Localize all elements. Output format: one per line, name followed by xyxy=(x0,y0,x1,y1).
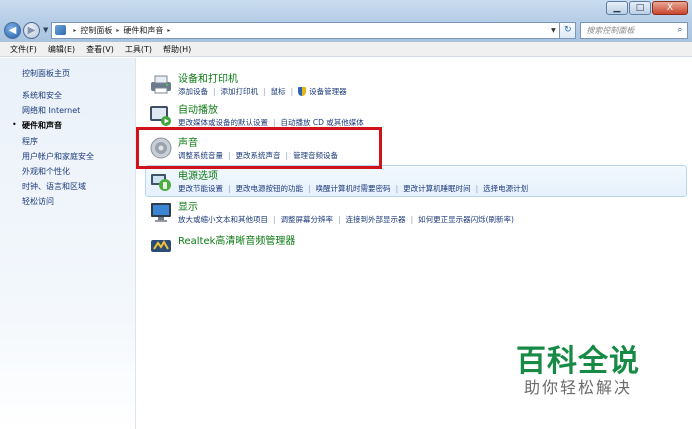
nav-clock-language-region[interactable]: 时钟、语言和区域 xyxy=(22,181,86,192)
link-screen-resolution[interactable]: 调整屏幕分辨率 xyxy=(281,214,334,225)
link-change-power-saving[interactable]: 更改节能设置 xyxy=(178,183,223,194)
link-add-device[interactable]: 添加设备 xyxy=(178,86,208,97)
link-separator: | xyxy=(273,118,276,127)
link-change-sleep-time[interactable]: 更改计算机睡眠时间 xyxy=(403,183,471,194)
search-placeholder: 搜索控制面板 xyxy=(586,25,635,35)
current-item-bullet-icon: • xyxy=(12,120,17,129)
link-separator: | xyxy=(338,215,341,224)
search-icon[interactable]: ⌕ xyxy=(673,25,687,35)
breadcrumb-hardware-sound[interactable]: 硬件和声音 xyxy=(123,25,163,36)
category-links: 添加设备 | 添加打印机 | 鼠标 | 设备管理器 xyxy=(178,86,347,97)
recent-pages-dropdown[interactable]: ▼ xyxy=(43,26,48,34)
forward-button[interactable]: ▶ xyxy=(23,21,40,39)
back-button[interactable]: ◀ xyxy=(4,21,21,39)
menu-help[interactable]: 帮助(H) xyxy=(163,44,191,55)
printer-icon xyxy=(151,75,171,94)
category-links: 放大或缩小文本和其他项目 | 调整屏幕分辨率 | 连接到外部显示器 | 如何更正… xyxy=(178,214,514,225)
link-add-printer[interactable]: 添加打印机 xyxy=(221,86,259,97)
control-panel-icon xyxy=(55,25,67,35)
nav-user-accounts[interactable]: 用户帐户和家庭安全 xyxy=(22,151,94,162)
category-title[interactable]: 设备和打印机 xyxy=(178,70,238,85)
breadcrumb-control-panel[interactable]: 控制面板 xyxy=(80,25,112,36)
link-power-button-function[interactable]: 更改电源按钮的功能 xyxy=(236,183,304,194)
link-choose-power-plan[interactable]: 选择电源计划 xyxy=(483,183,528,194)
link-separator: | xyxy=(213,87,216,96)
link-separator: | xyxy=(410,215,414,224)
link-mouse[interactable]: 鼠标 xyxy=(271,86,286,97)
breadcrumb-separator-icon[interactable]: ▸ xyxy=(73,27,76,34)
link-separator: | xyxy=(308,184,311,193)
power-options-icon xyxy=(151,174,171,191)
address-dropdown-icon[interactable]: ▼ xyxy=(547,27,559,34)
close-button[interactable]: X xyxy=(652,1,688,15)
realtek-icon xyxy=(151,240,171,252)
link-separator: | xyxy=(263,87,266,96)
highlight-box xyxy=(136,127,382,169)
maximize-button[interactable]: □ xyxy=(629,1,651,15)
watermark-tagline: 助你轻松解决 xyxy=(524,378,633,397)
menu-bar: 文件(F) 编辑(E) 查看(V) 工具(T) 帮助(H) xyxy=(0,42,692,57)
menu-tools[interactable]: 工具(T) xyxy=(125,44,152,55)
category-title[interactable]: 电源选项 xyxy=(178,167,218,182)
navigation-row: ◀ ▶ ▼ ▸ 控制面板 ▸ 硬件和声音 ▸ ▼ ↻ 搜索控制面板 ⌕ xyxy=(4,20,688,40)
nav-control-panel-home[interactable]: 控制面板主页 xyxy=(22,68,70,79)
link-device-manager[interactable]: 设备管理器 xyxy=(309,86,347,97)
link-separator: | xyxy=(475,184,479,193)
minimize-button[interactable]: ▁ xyxy=(606,1,628,15)
refresh-button[interactable]: ↻ xyxy=(560,21,577,39)
category-title[interactable]: 显示 xyxy=(178,198,198,213)
link-external-display[interactable]: 连接到外部显示器 xyxy=(346,214,406,225)
breadcrumb-separator-icon[interactable]: ▸ xyxy=(116,27,119,34)
autoplay-icon xyxy=(150,106,171,126)
display-icon xyxy=(151,203,171,222)
address-bar[interactable]: ▸ 控制面板 ▸ 硬件和声音 ▸ ▼ xyxy=(51,21,561,39)
uac-shield-icon xyxy=(298,87,307,96)
nav-hardware-sound: 硬件和声音 xyxy=(22,121,62,130)
link-require-password-wake[interactable]: 唤醒计算机时需要密码 xyxy=(316,183,391,194)
link-text-size[interactable]: 放大或缩小文本和其他项目 xyxy=(178,214,268,225)
link-separator: | xyxy=(228,184,231,193)
nav-programs[interactable]: 程序 xyxy=(22,136,38,147)
category-links: 更改节能设置 | 更改电源按钮的功能 | 唤醒计算机时需要密码 | 更改计算机睡… xyxy=(178,183,528,194)
link-separator: | xyxy=(395,184,399,193)
breadcrumb-separator-icon[interactable]: ▸ xyxy=(167,27,170,34)
nav-appearance[interactable]: 外观和个性化 xyxy=(22,166,70,177)
nav-system-security[interactable]: 系统和安全 xyxy=(22,90,62,101)
search-input[interactable]: 搜索控制面板 ⌕ xyxy=(580,21,688,39)
menu-file[interactable]: 文件(F) xyxy=(10,44,37,55)
left-nav-pane: 控制面板主页 系统和安全 网络和 Internet • 硬件和声音 程序 用户帐… xyxy=(0,58,136,429)
link-separator: | xyxy=(273,215,276,224)
menu-edit[interactable]: 编辑(E) xyxy=(48,44,75,55)
link-fix-flicker[interactable]: 如何更正显示器闪烁(刷新率) xyxy=(418,214,514,225)
window-titlebar: ▁ □ X ◀ ▶ ▼ ▸ 控制面板 ▸ 硬件和声音 ▸ ▼ ↻ 搜索控制面板 … xyxy=(0,0,692,42)
link-separator: | xyxy=(290,87,294,96)
nav-network-internet[interactable]: 网络和 Internet xyxy=(22,105,80,116)
menu-view[interactable]: 查看(V) xyxy=(86,44,114,55)
caption-buttons: ▁ □ X xyxy=(605,1,688,15)
nav-ease-of-access[interactable]: 轻松访问 xyxy=(22,196,54,207)
category-title[interactable]: Realtek高清晰音频管理器 xyxy=(178,232,295,247)
category-title[interactable]: 自动播放 xyxy=(178,101,218,116)
